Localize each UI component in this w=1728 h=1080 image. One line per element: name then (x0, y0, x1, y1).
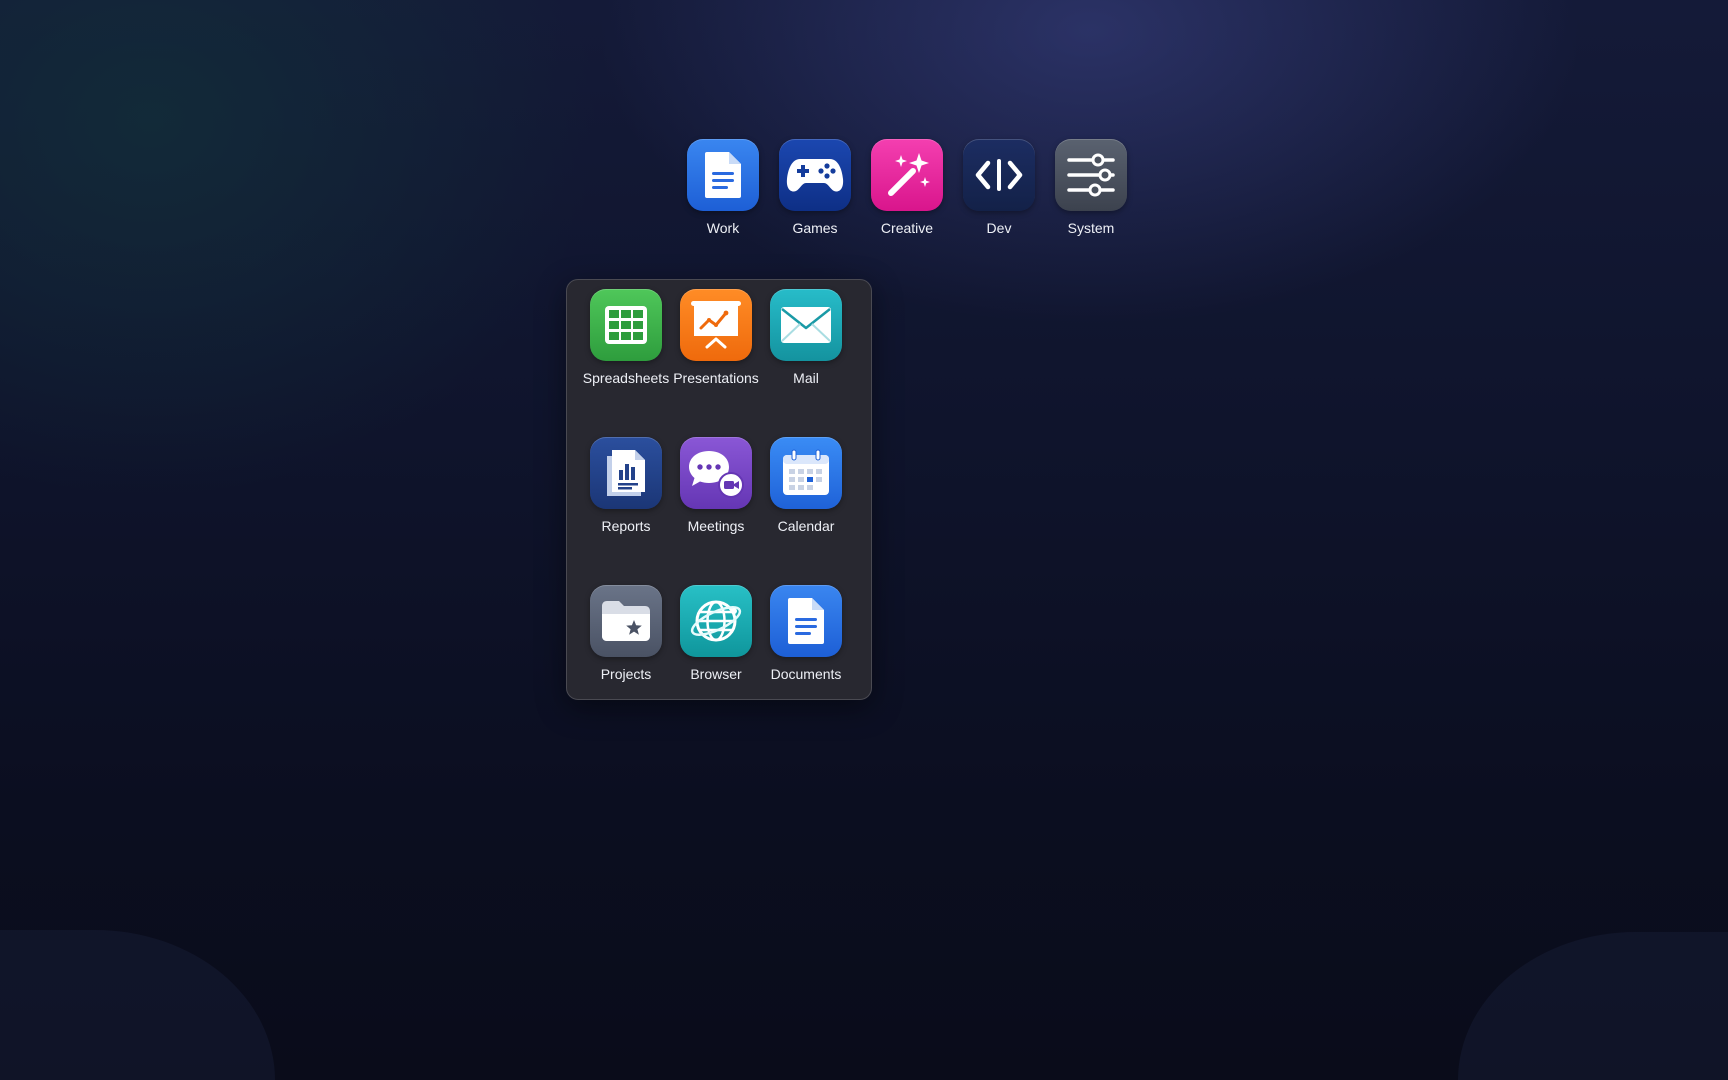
dock-item-label: Work (706, 220, 740, 236)
app-presentations[interactable]: Presentations (671, 289, 761, 437)
app-label: Presentations (673, 370, 759, 386)
app-label: Documents (770, 666, 842, 682)
app-label: Calendar (777, 518, 835, 534)
dock-item-label: Dev (986, 220, 1012, 236)
app-projects[interactable]: Projects (581, 585, 671, 733)
folder-star-icon (590, 585, 662, 657)
app-label: Browser (690, 666, 742, 682)
spreadsheet-icon (590, 289, 662, 361)
document-icon (687, 139, 759, 211)
app-calendar[interactable]: Calendar (761, 437, 851, 585)
dock-item-label: Creative (880, 220, 934, 236)
calendar-icon (770, 437, 842, 509)
open-folder-panel: Spreadsheets Presentations Mail Reports … (566, 279, 872, 700)
document-icon (770, 585, 842, 657)
gamepad-icon (779, 139, 851, 211)
presentation-icon (680, 289, 752, 361)
dock-item-dev[interactable]: Dev (953, 139, 1045, 237)
app-label: Spreadsheets (582, 370, 670, 386)
dock-item-label: System (1067, 220, 1115, 236)
dock-item-work[interactable]: Work (677, 139, 769, 237)
code-icon (963, 139, 1035, 211)
app-documents[interactable]: Documents (761, 585, 851, 733)
wallpaper-corner-left (0, 930, 275, 1080)
reports-icon (590, 437, 662, 509)
app-browser[interactable]: Browser (671, 585, 761, 733)
dock-item-games[interactable]: Games (769, 139, 861, 237)
sliders-icon (1055, 139, 1127, 211)
wallpaper-corner-right (1458, 932, 1728, 1080)
dock-item-label: Games (792, 220, 838, 236)
dock-item-system[interactable]: System (1045, 139, 1137, 237)
folder-dock: Work Games Creative Dev System (677, 139, 1137, 237)
app-label: Projects (600, 666, 652, 682)
mail-icon (770, 289, 842, 361)
app-meetings[interactable]: Meetings (671, 437, 761, 585)
magic-wand-icon (871, 139, 943, 211)
dock-item-creative[interactable]: Creative (861, 139, 953, 237)
folder-app-grid: Spreadsheets Presentations Mail Reports … (581, 289, 851, 733)
app-mail[interactable]: Mail (761, 289, 851, 437)
meetings-icon (680, 437, 752, 509)
globe-icon (680, 585, 752, 657)
app-label: Reports (601, 518, 651, 534)
app-reports[interactable]: Reports (581, 437, 671, 585)
app-spreadsheets[interactable]: Spreadsheets (581, 289, 671, 437)
app-label: Meetings (687, 518, 745, 534)
app-label: Mail (793, 370, 819, 386)
